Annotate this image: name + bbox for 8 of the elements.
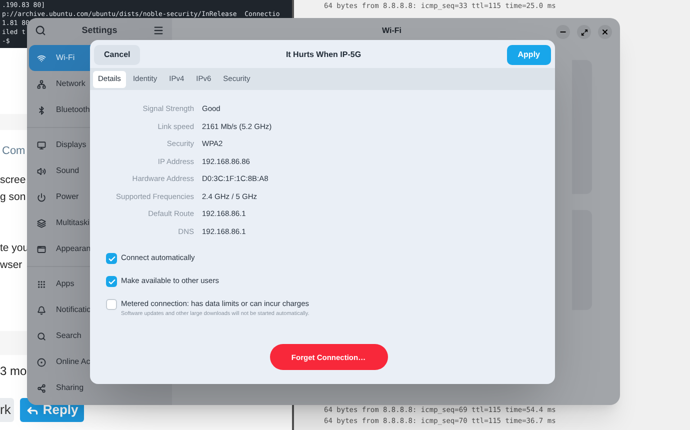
dialog-title: It Hurts When IP-5G <box>286 49 362 61</box>
post-text: wser <box>0 258 22 273</box>
post-text: g son <box>0 190 26 205</box>
section-heading: Com <box>2 144 26 159</box>
post-meta: 3 mo <box>0 363 27 380</box>
post-text: scree <box>0 173 26 188</box>
page-title: Wi-Fi <box>382 25 402 37</box>
sidebar-title: Settings <box>82 24 118 37</box>
